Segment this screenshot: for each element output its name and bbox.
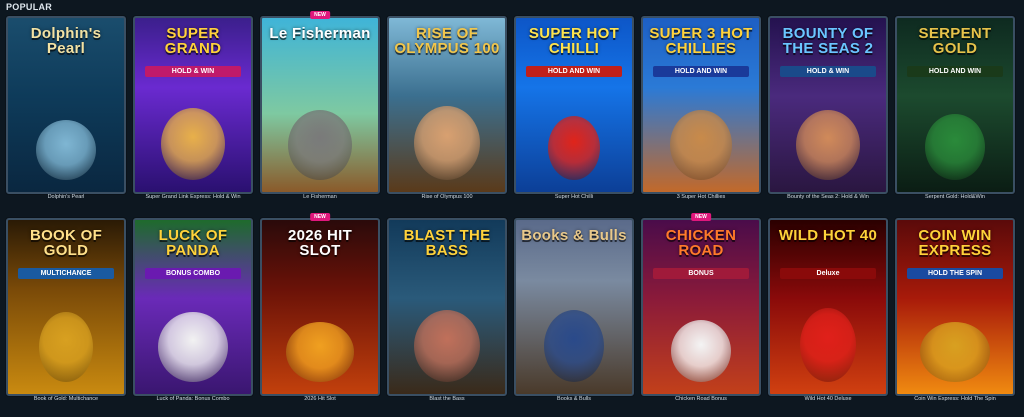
- game-card[interactable]: Dolphin's Pearl Dolphin's Pearl: [6, 16, 126, 212]
- game-title-label[interactable]: Chicken Road Bonus: [641, 396, 761, 402]
- new-badge: NEW: [691, 213, 711, 221]
- game-logo-text: BOUNTY OF THE SEAS 2: [782, 25, 874, 57]
- game-title-label[interactable]: 3 Super Hot Chillies: [641, 194, 761, 200]
- game-logo-subtitle: BONUS COMBO: [145, 268, 241, 279]
- game-logo-text: CHICKEN ROAD: [665, 227, 737, 259]
- game-thumbnail[interactable]: SUPER HOT CHILLI HOLD AND WIN: [514, 16, 634, 194]
- game-logo-subtitle: HOLD THE SPIN: [907, 268, 1003, 279]
- new-badge: NEW: [310, 213, 330, 221]
- game-thumbnail[interactable]: Books & Bulls: [514, 218, 634, 396]
- game-thumbnail[interactable]: CHICKEN ROAD BONUS: [641, 218, 761, 396]
- game-title-label[interactable]: Serpent Gold: Hold&Win: [895, 194, 1015, 200]
- game-logo-subtitle: HOLD AND WIN: [907, 66, 1003, 77]
- game-logo-text: Books & Bulls: [521, 227, 627, 244]
- game-character-art: [671, 320, 731, 382]
- game-logo-text: BOOK OF GOLD: [29, 227, 103, 259]
- game-title-label[interactable]: Bounty of the Seas 2: Hold & Win: [768, 194, 888, 200]
- game-thumbnail[interactable]: BOUNTY OF THE SEAS 2 HOLD & WIN: [768, 16, 888, 194]
- game-character-art: [36, 120, 96, 180]
- game-title-label[interactable]: Blast the Bass: [387, 396, 507, 402]
- game-logo-text: LUCK OF PANDA: [158, 227, 228, 259]
- game-card[interactable]: SUPER 3 HOT CHILLIES HOLD AND WIN 3 Super …: [641, 16, 761, 212]
- game-thumbnail[interactable]: 2026 HIT SLOT: [260, 218, 380, 396]
- game-character-art: [920, 322, 990, 382]
- game-title-label[interactable]: Book of Gold: Multichance: [6, 396, 126, 402]
- game-title-label[interactable]: Le Fisherman: [260, 194, 380, 200]
- game-thumbnail[interactable]: SUPER GRAND HOLD & WIN: [133, 16, 253, 194]
- game-logo-subtitle: HOLD & WIN: [780, 66, 876, 77]
- game-thumbnail[interactable]: Dolphin's Pearl: [6, 16, 126, 194]
- game-character-art: [288, 110, 352, 180]
- game-card[interactable]: COIN WIN EXPRESS HOLD THE SPIN Coin Win Ex…: [895, 218, 1015, 414]
- game-logo-text: SUPER GRAND: [164, 25, 222, 57]
- game-title-label[interactable]: Dolphin's Pearl: [6, 194, 126, 200]
- game-thumbnail[interactable]: Le Fisherman: [260, 16, 380, 194]
- game-card[interactable]: RISE OF OLYMPUS 100 Rise of Olympus 100: [387, 16, 507, 212]
- game-thumbnail[interactable]: SERPENT GOLD HOLD AND WIN: [895, 16, 1015, 194]
- game-card[interactable]: Books & Bulls Books & Bulls: [514, 218, 634, 414]
- game-card[interactable]: BOUNTY OF THE SEAS 2 HOLD & WIN Bounty of …: [768, 16, 888, 212]
- game-card[interactable]: SERPENT GOLD HOLD AND WIN Serpent Gold: Ho…: [895, 16, 1015, 212]
- game-logo-text: COIN WIN EXPRESS: [918, 227, 992, 259]
- game-character-art: [39, 312, 93, 382]
- game-logo-text: SERPENT GOLD: [918, 25, 992, 57]
- game-card[interactable]: NEW 2026 HIT SLOT 2026 Hit Slot: [260, 213, 380, 414]
- game-logo-subtitle: BONUS: [653, 268, 749, 279]
- game-thumbnail[interactable]: COIN WIN EXPRESS HOLD THE SPIN: [895, 218, 1015, 396]
- game-logo-subtitle: MULTICHANCE: [18, 268, 114, 279]
- game-character-art: [925, 114, 985, 180]
- game-title-label[interactable]: Super Grand Link Express: Hold & Win: [133, 194, 253, 200]
- game-character-art: [670, 110, 732, 180]
- game-logo-text: RISE OF OLYMPUS 100: [394, 25, 500, 57]
- game-thumbnail[interactable]: BOOK OF GOLD MULTICHANCE: [6, 218, 126, 396]
- game-character-art: [414, 106, 480, 180]
- game-title-label[interactable]: Super Hot Chilli: [514, 194, 634, 200]
- game-character-art: [158, 312, 228, 382]
- game-logo-text: SUPER 3 HOT CHILLIES: [649, 25, 753, 57]
- game-card[interactable]: BOOK OF GOLD MULTICHANCE Book of Gold: Mul…: [6, 218, 126, 414]
- game-card[interactable]: NEW Le Fisherman Le Fisherman: [260, 11, 380, 212]
- game-character-art: [286, 322, 354, 382]
- game-title-label[interactable]: Books & Bulls: [514, 396, 634, 402]
- game-thumbnail[interactable]: SUPER 3 HOT CHILLIES HOLD AND WIN: [641, 16, 761, 194]
- game-character-art: [161, 108, 225, 180]
- game-title-label[interactable]: Coin Win Express: Hold The Spin: [895, 396, 1015, 402]
- game-card[interactable]: NEW CHICKEN ROAD BONUS Chicken Road Bonus: [641, 213, 761, 414]
- game-title-label[interactable]: Rise of Olympus 100: [387, 194, 507, 200]
- game-character-art: [544, 310, 604, 382]
- game-thumbnail[interactable]: WILD HOT 40 Deluxe: [768, 218, 888, 396]
- game-logo-subtitle: Deluxe: [780, 268, 876, 279]
- game-logo-subtitle: HOLD & WIN: [145, 66, 241, 77]
- game-logo-text: Le Fisherman: [269, 25, 371, 42]
- game-card[interactable]: WILD HOT 40 Deluxe Wild Hot 40 Deluxe: [768, 218, 888, 414]
- game-character-art: [548, 116, 600, 180]
- game-thumbnail[interactable]: BLAST THE BASS: [387, 218, 507, 396]
- game-character-art: [800, 308, 856, 382]
- game-grid: Dolphin's Pearl Dolphin's Pearl SUPER GRAN…: [6, 11, 1022, 414]
- game-logo-text: BLAST THE BASS: [403, 227, 491, 259]
- game-logo-subtitle: HOLD AND WIN: [653, 66, 749, 77]
- game-logo-subtitle: HOLD AND WIN: [526, 66, 622, 77]
- game-title-label[interactable]: Wild Hot 40 Deluxe: [768, 396, 888, 402]
- new-badge: NEW: [310, 11, 330, 19]
- game-thumbnail[interactable]: RISE OF OLYMPUS 100: [387, 16, 507, 194]
- section-title: POPULAR: [6, 2, 53, 12]
- game-card[interactable]: SUPER GRAND HOLD & WIN Super Grand Link Ex…: [133, 16, 253, 212]
- game-character-art: [414, 310, 480, 382]
- game-logo-text: 2026 HIT SLOT: [287, 227, 353, 259]
- game-thumbnail[interactable]: LUCK OF PANDA BONUS COMBO: [133, 218, 253, 396]
- game-card[interactable]: BLAST THE BASS Blast the Bass: [387, 218, 507, 414]
- game-character-art: [796, 110, 860, 180]
- game-card[interactable]: SUPER HOT CHILLI HOLD AND WIN Super Hot Ch…: [514, 16, 634, 212]
- game-title-label[interactable]: 2026 Hit Slot: [260, 396, 380, 402]
- game-card[interactable]: LUCK OF PANDA BONUS COMBO Luck of Panda: B…: [133, 218, 253, 414]
- game-logo-text: SUPER HOT CHILLI: [528, 25, 620, 57]
- game-title-label[interactable]: Luck of Panda: Bonus Combo: [133, 396, 253, 402]
- game-logo-text: Dolphin's Pearl: [30, 25, 102, 57]
- game-logo-text: WILD HOT 40: [778, 227, 878, 244]
